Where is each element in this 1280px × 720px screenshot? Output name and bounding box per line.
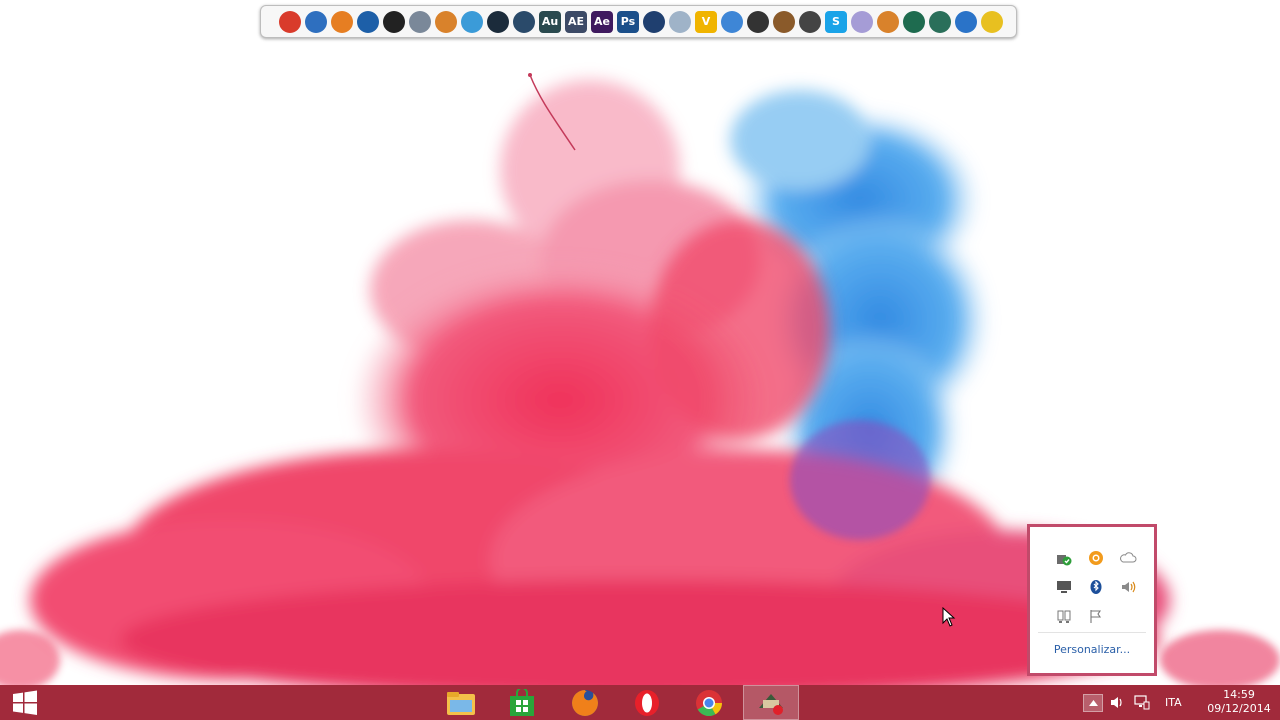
mouse-cursor-icon <box>942 606 956 631</box>
wing-icon[interactable] <box>461 10 483 33</box>
taskbar: ITA 14:59 09/12/2014 <box>0 685 1280 720</box>
dock-icon-label: AE <box>567 15 585 28</box>
disc-icon[interactable] <box>851 10 873 33</box>
taskbar-chrome[interactable] <box>681 685 737 720</box>
volume-tray-icon[interactable] <box>1110 695 1125 714</box>
input-language-indicator[interactable]: ITA <box>1165 696 1182 709</box>
cinema-icon[interactable] <box>513 10 535 33</box>
diamond-icon[interactable] <box>903 10 925 33</box>
video-editor-icon[interactable] <box>643 10 665 33</box>
security-shield-icon[interactable] <box>1048 543 1080 572</box>
taskbar-file-explorer[interactable] <box>433 685 489 720</box>
show-hidden-icons-button[interactable] <box>1083 694 1103 712</box>
display-icon[interactable] <box>1048 572 1080 601</box>
customize-link[interactable]: Personalizar... <box>1030 643 1154 656</box>
dock-icon-label: Ae <box>594 15 610 28</box>
taskbar-firefox[interactable] <box>557 685 613 720</box>
clock-time: 14:59 <box>1223 688 1255 701</box>
after-effects-icon[interactable]: Ae <box>591 10 613 33</box>
hat-icon[interactable] <box>383 10 405 33</box>
qbittorrent-icon[interactable] <box>721 10 743 33</box>
photoshop-icon[interactable]: Ps <box>617 10 639 33</box>
sumatra-icon[interactable] <box>331 10 353 33</box>
finder-icon[interactable] <box>409 10 431 33</box>
network-status-icon[interactable] <box>1048 601 1080 630</box>
onedrive-cloud-icon[interactable] <box>1112 543 1144 572</box>
tools-icon[interactable] <box>955 10 977 33</box>
clock-app-icon[interactable] <box>747 10 769 33</box>
application-dock: Au AE Ae Ps V S <box>260 5 1017 38</box>
dock-icon-label: Ps <box>620 15 636 28</box>
skype-icon[interactable]: S <box>825 10 847 33</box>
audition-icon[interactable]: Au <box>539 10 561 33</box>
vlc-icon[interactable]: V <box>695 10 717 33</box>
magic-wand-icon[interactable] <box>981 10 1003 33</box>
avast-icon[interactable] <box>1080 543 1112 572</box>
volume-icon[interactable] <box>1112 572 1144 601</box>
recording-app-icon <box>759 693 783 715</box>
camera-icon[interactable] <box>487 10 509 33</box>
dock-icon-label: S <box>832 15 840 28</box>
monitor-icon[interactable] <box>929 10 951 33</box>
windows-store-icon <box>510 688 534 716</box>
character-icon[interactable] <box>773 10 795 33</box>
divider <box>1038 632 1146 633</box>
taskbar-windows-store[interactable] <box>494 685 550 720</box>
start-button[interactable] <box>0 685 50 720</box>
dock-icon-label: V <box>701 15 711 28</box>
wifi-tool-icon[interactable] <box>305 10 327 33</box>
checklist-icon[interactable] <box>435 10 457 33</box>
action-center-flag-icon[interactable] <box>1080 601 1112 630</box>
close-x-icon[interactable] <box>877 10 899 33</box>
cpuid-icon[interactable] <box>357 10 379 33</box>
system-tray: ITA 14:59 09/12/2014 <box>1080 685 1280 720</box>
clock[interactable]: 14:59 09/12/2014 <box>1200 688 1278 716</box>
windows-logo-icon <box>13 690 37 715</box>
ae-cs-icon[interactable]: AE <box>565 10 587 33</box>
taskbar-opera[interactable] <box>619 685 675 720</box>
firefox-icon <box>572 689 598 716</box>
notification-area-overflow-panel: Personalizar... <box>1027 524 1157 676</box>
dock-icon-label: Au <box>541 15 559 28</box>
chrome-icon <box>696 689 723 716</box>
ccleaner-icon[interactable] <box>279 10 301 33</box>
clock-date: 09/12/2014 <box>1207 702 1271 715</box>
network-tray-icon[interactable] <box>1134 695 1150 714</box>
taskbar-recording-app[interactable] <box>743 685 799 720</box>
opera-icon <box>635 689 659 716</box>
file-explorer-icon <box>447 691 475 715</box>
bluetooth-icon[interactable] <box>1080 572 1112 601</box>
figure-icon[interactable] <box>799 10 821 33</box>
chevron-up-icon <box>1088 700 1098 706</box>
document-icon[interactable] <box>669 10 691 33</box>
